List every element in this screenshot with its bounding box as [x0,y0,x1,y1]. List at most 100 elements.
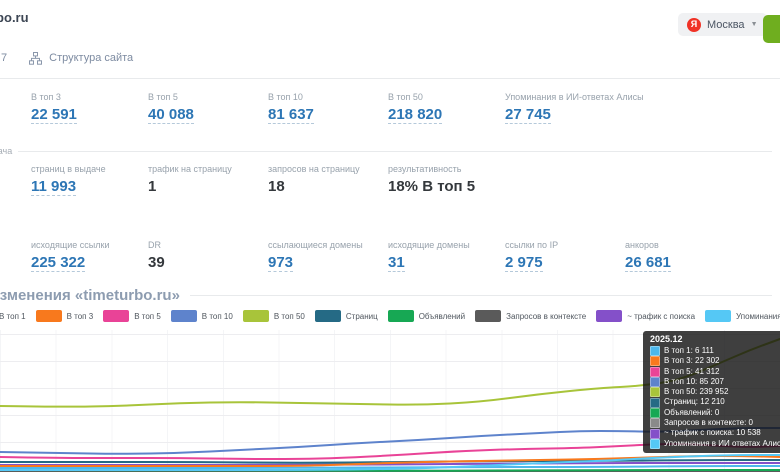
legend-item-label: В топ 1 [0,312,26,321]
legend-item[interactable]: Запросов в контексте [475,310,586,322]
stat-top10: В топ 10 81 637 [268,92,314,124]
legend-item[interactable]: В топ 50 [243,310,305,322]
legend-item[interactable]: В топ 5 [103,310,161,322]
tooltip-row: В топ 5: 41 312 [650,367,780,377]
stat-value-link[interactable]: 81 637 [268,106,314,124]
stat-label: трафик на страницу [148,164,232,174]
region-selector[interactable]: Я Москва ▼ [678,13,767,36]
stat-value-link[interactable]: 225 322 [31,254,85,272]
stat-top50: В топ 50 218 820 [388,92,442,124]
region-label: Москва [707,19,745,31]
stat-top3: В топ 3 22 591 [31,92,77,124]
stat-value-link[interactable]: 22 591 [31,106,77,124]
stat-value-link[interactable]: 31 [388,254,405,272]
legend-item-label: Упоминания в ИИ ответах Алисы [736,312,780,321]
stat-value-link[interactable]: 26 681 [625,254,671,272]
stat-referring-domains: ссылающиеся домены 973 [268,240,363,272]
legend-color-swatch [243,310,269,322]
stat-pages-in-serp: страниц в выдаче 11 993 [31,164,106,196]
stat-outgoing-domains: исходящие домены 31 [388,240,470,272]
action-button[interactable] [763,15,780,43]
stat-label: DR [148,240,165,250]
stat-top5: В топ 5 40 088 [148,92,194,124]
tooltip-color-swatch [650,346,660,356]
tooltip-row: Упоминания в ИИ ответах Алисы: 25 1 [650,439,780,449]
tooltip-row: В топ 10: 85 207 [650,377,780,387]
legend-color-swatch [36,310,62,322]
tooltip-row: В топ 3: 22 302 [650,356,780,366]
stat-label: ссылающиеся домены [268,240,363,250]
site-structure-link[interactable]: Структура сайта [29,52,133,65]
tooltip-color-swatch [650,398,660,408]
stat-value-link[interactable]: 40 088 [148,106,194,124]
stat-dr: DR 39 [148,240,165,271]
stat-anchors: анкоров 26 681 [625,240,671,272]
tooltip-color-swatch [650,387,660,397]
legend-item[interactable]: Страниц [315,310,378,322]
legend-color-swatch [596,310,622,322]
stat-label: анкоров [625,240,671,250]
stat-label: В топ 10 [268,92,314,102]
site-title: timeturbo.ru [0,10,29,25]
yandex-icon: Я [687,18,701,32]
stat-ai-mentions: Упоминания в ИИ-ответах Алисы 27 745 [505,92,644,124]
stat-value-link[interactable]: 973 [268,254,293,272]
sitemap-icon [29,52,42,65]
stat-label: результативность [388,164,475,174]
changes-section-title: Изменения «timeturbo.ru» [0,287,180,304]
legend-color-swatch [388,310,414,322]
tooltip-color-swatch [650,439,660,449]
chart-tooltip-rows: В топ 1: 6 111В топ 3: 22 302В топ 5: 41… [650,346,780,449]
legend-color-swatch [103,310,129,322]
divider [18,151,772,152]
legend-item-label: Страниц [346,312,378,321]
legend-item[interactable]: ~ трафик с поиска [596,310,695,322]
legend-item[interactable]: В топ 1 [0,310,26,322]
legend-item-label: В топ 10 [202,312,233,321]
tooltip-color-swatch [650,408,660,418]
stat-value: 18% В топ 5 [388,178,475,195]
stat-value: 39 [148,254,165,271]
tooltip-title: 2025.12 [650,334,780,344]
divider [190,295,772,296]
chart-legend: В топ 1 В топ 3 В топ 5 В топ 10 В топ 50 Стр… [0,310,780,322]
stat-label: В топ 3 [31,92,77,102]
stat-label: страниц в выдаче [31,164,106,174]
stat-label: исходящие домены [388,240,470,250]
tooltip-color-swatch [650,367,660,377]
legend-item[interactable]: Упоминания в ИИ ответах Алисы [705,310,780,322]
legend-color-swatch [705,310,731,322]
stat-value-link[interactable]: 218 820 [388,106,442,124]
stat-outgoing-links: исходящие ссылки 225 322 [31,240,109,272]
nav-row: 7 Структура сайта [0,47,133,69]
tooltip-color-swatch [650,429,660,439]
legend-item-label: Объявлений [419,312,465,321]
legend-color-swatch [475,310,501,322]
legend-item-label: В топ 50 [274,312,305,321]
tooltip-color-swatch [650,418,660,428]
divider [0,78,780,79]
stat-effectiveness: результативность 18% В топ 5 [388,164,475,195]
legend-item[interactable]: В топ 3 [36,310,94,322]
legend-item[interactable]: В топ 10 [171,310,233,322]
stat-links-by-ip: ссылки по IP 2 975 [505,240,558,272]
legend-item-label: Запросов в контексте [506,312,586,321]
stat-value-link[interactable]: 2 975 [505,254,543,272]
legend-item-label: В топ 5 [134,312,161,321]
stat-queries-per-page: запросов на страницу 18 [268,164,360,195]
dashboard-page: timeturbo.ru Я Москва ▼ 7 Структура сайт… [0,0,780,472]
stat-label: исходящие ссылки [31,240,109,250]
nav-count-stub: 7 [1,52,7,64]
stat-label: ссылки по IP [505,240,558,250]
stat-value-link[interactable]: 11 993 [31,178,76,196]
tooltip-color-swatch [650,377,660,387]
tooltip-row: Запросов в контексте: 0 [650,418,780,428]
stat-label: Упоминания в ИИ-ответах Алисы [505,92,644,102]
legend-item-label: ~ трафик с поиска [627,312,695,321]
tooltip-row: В топ 50: 239 952 [650,387,780,397]
legend-item[interactable]: Объявлений [388,310,465,322]
changes-section-header: Изменения «timeturbo.ru» [0,287,772,304]
stat-label: В топ 50 [388,92,442,102]
stat-value-link[interactable]: 27 745 [505,106,551,124]
site-structure-label: Структура сайта [49,52,133,64]
